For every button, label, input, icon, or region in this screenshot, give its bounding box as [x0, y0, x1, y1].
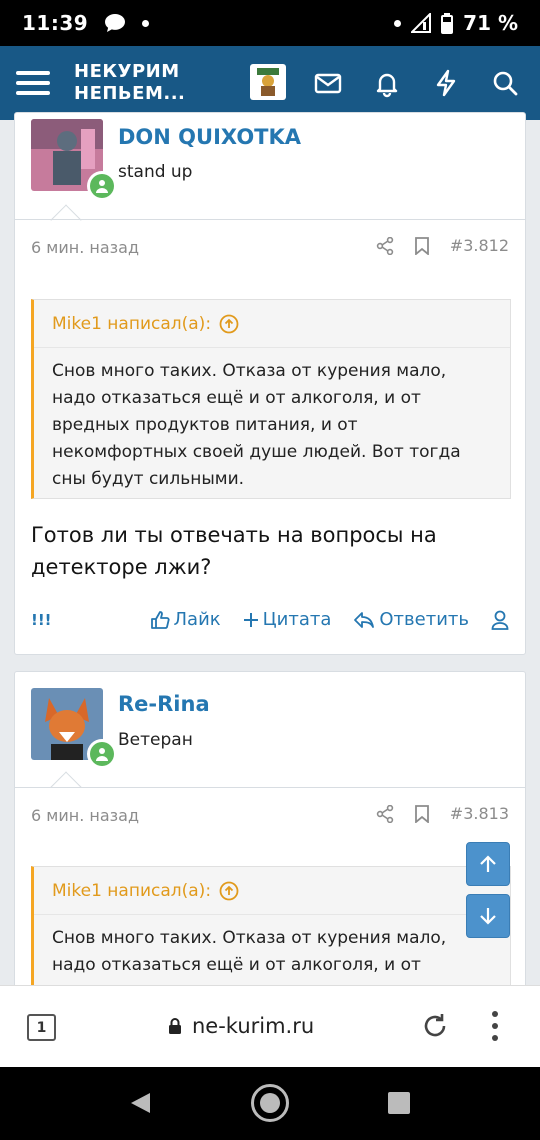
notification-dot-icon [142, 19, 150, 27]
report-link[interactable]: !!! [31, 611, 52, 629]
quote-text: Снов много таких. Отказа от курения мало… [52, 361, 461, 489]
scroll-to-bottom-button[interactable] [466, 894, 510, 938]
post-username[interactable]: Re-Rina [118, 692, 210, 716]
arrow-up-circle-icon[interactable] [219, 314, 239, 334]
arrow-down-icon [480, 908, 496, 925]
post-time[interactable]: 6 мин. назад [31, 238, 139, 257]
url-text: ne-kurim.ru [192, 1014, 315, 1038]
home-icon[interactable] [250, 1083, 290, 1123]
post-card: DON QUIXOTKA stand up 6 мин. назад #3.81… [14, 112, 526, 655]
status-bar: 11:39 71 % [0, 0, 540, 46]
arrow-up-icon [480, 855, 496, 872]
battery-percent: 71 % [463, 11, 518, 35]
quote-header[interactable]: Mike1 написал(а): [34, 867, 510, 915]
post-user-title: Ветеран [118, 730, 193, 750]
search-icon[interactable] [490, 68, 520, 98]
post-number[interactable]: #3.813 [450, 804, 509, 823]
battery-icon [441, 12, 454, 34]
reload-icon[interactable] [421, 1012, 449, 1040]
bookmark-icon[interactable] [414, 804, 430, 823]
post-number[interactable]: #3.812 [450, 236, 509, 255]
post-time[interactable]: 6 мин. назад [31, 806, 139, 825]
recents-icon[interactable] [388, 1092, 410, 1114]
address-bar[interactable]: ne-kurim.ru [168, 1014, 314, 1038]
bell-icon[interactable] [372, 68, 402, 98]
quote-button[interactable]: Цитата [243, 609, 331, 630]
reply-button[interactable]: Ответить [353, 609, 469, 630]
quote-author: Mike1 написал(а): [52, 313, 212, 334]
lock-icon [169, 1018, 181, 1034]
post-actions: !!! Лайк Цитата Ответить [31, 609, 509, 630]
like-button[interactable]: Лайк [150, 609, 221, 630]
thumbs-up-icon [150, 610, 170, 629]
post-user-block: Re-Rina Ветеран [15, 672, 525, 770]
system-nav-bar [0, 1067, 540, 1140]
back-icon[interactable] [128, 1091, 152, 1115]
quote-header[interactable]: Mike1 написал(а): [34, 300, 510, 348]
menu-icon[interactable] [16, 65, 50, 101]
post-user-title: stand up [118, 162, 193, 182]
user-icon[interactable] [491, 610, 509, 630]
post-body: Готов ли ты отвечать на вопросы на детек… [31, 523, 437, 579]
more-options-icon[interactable] [490, 1010, 500, 1042]
arrow-up-circle-icon[interactable] [219, 881, 239, 901]
post-card: Re-Rina Ветеран 6 мин. назад #3.813 Mike… [14, 671, 526, 1012]
chat-notification-icon [105, 14, 126, 32]
share-icon[interactable] [376, 236, 394, 255]
quote-author: Mike1 написал(а): [52, 880, 212, 901]
signal-icon [411, 13, 432, 33]
app-header: НЕКУРИМ НЕПЬЕМ... [0, 46, 540, 120]
scroll-to-top-button[interactable] [466, 842, 510, 886]
notification-dot-icon [394, 19, 402, 27]
inbox-icon[interactable] [313, 68, 343, 98]
bolt-icon[interactable] [431, 68, 461, 98]
reply-icon [354, 611, 375, 628]
quote-block: Mike1 написал(а): Снов много таких. Отка… [31, 299, 511, 499]
status-time: 11:39 [22, 11, 89, 35]
user-avatar-icon[interactable] [250, 64, 286, 100]
post-user-block: DON QUIXOTKA stand up [15, 113, 525, 211]
online-status-icon [87, 171, 117, 201]
site-logo[interactable]: НЕКУРИМ НЕПЬЕМ... [74, 61, 185, 105]
share-icon[interactable] [376, 804, 394, 823]
plus-icon [243, 612, 258, 627]
quote-text: Снов много таких. Отказа от курения мало… [52, 928, 447, 975]
post-username[interactable]: DON QUIXOTKA [118, 125, 301, 149]
tab-switcher-button[interactable]: 1 [27, 1014, 56, 1041]
bookmark-icon[interactable] [414, 236, 430, 255]
online-status-icon [87, 739, 117, 769]
browser-toolbar: 1 ne-kurim.ru [0, 985, 540, 1067]
